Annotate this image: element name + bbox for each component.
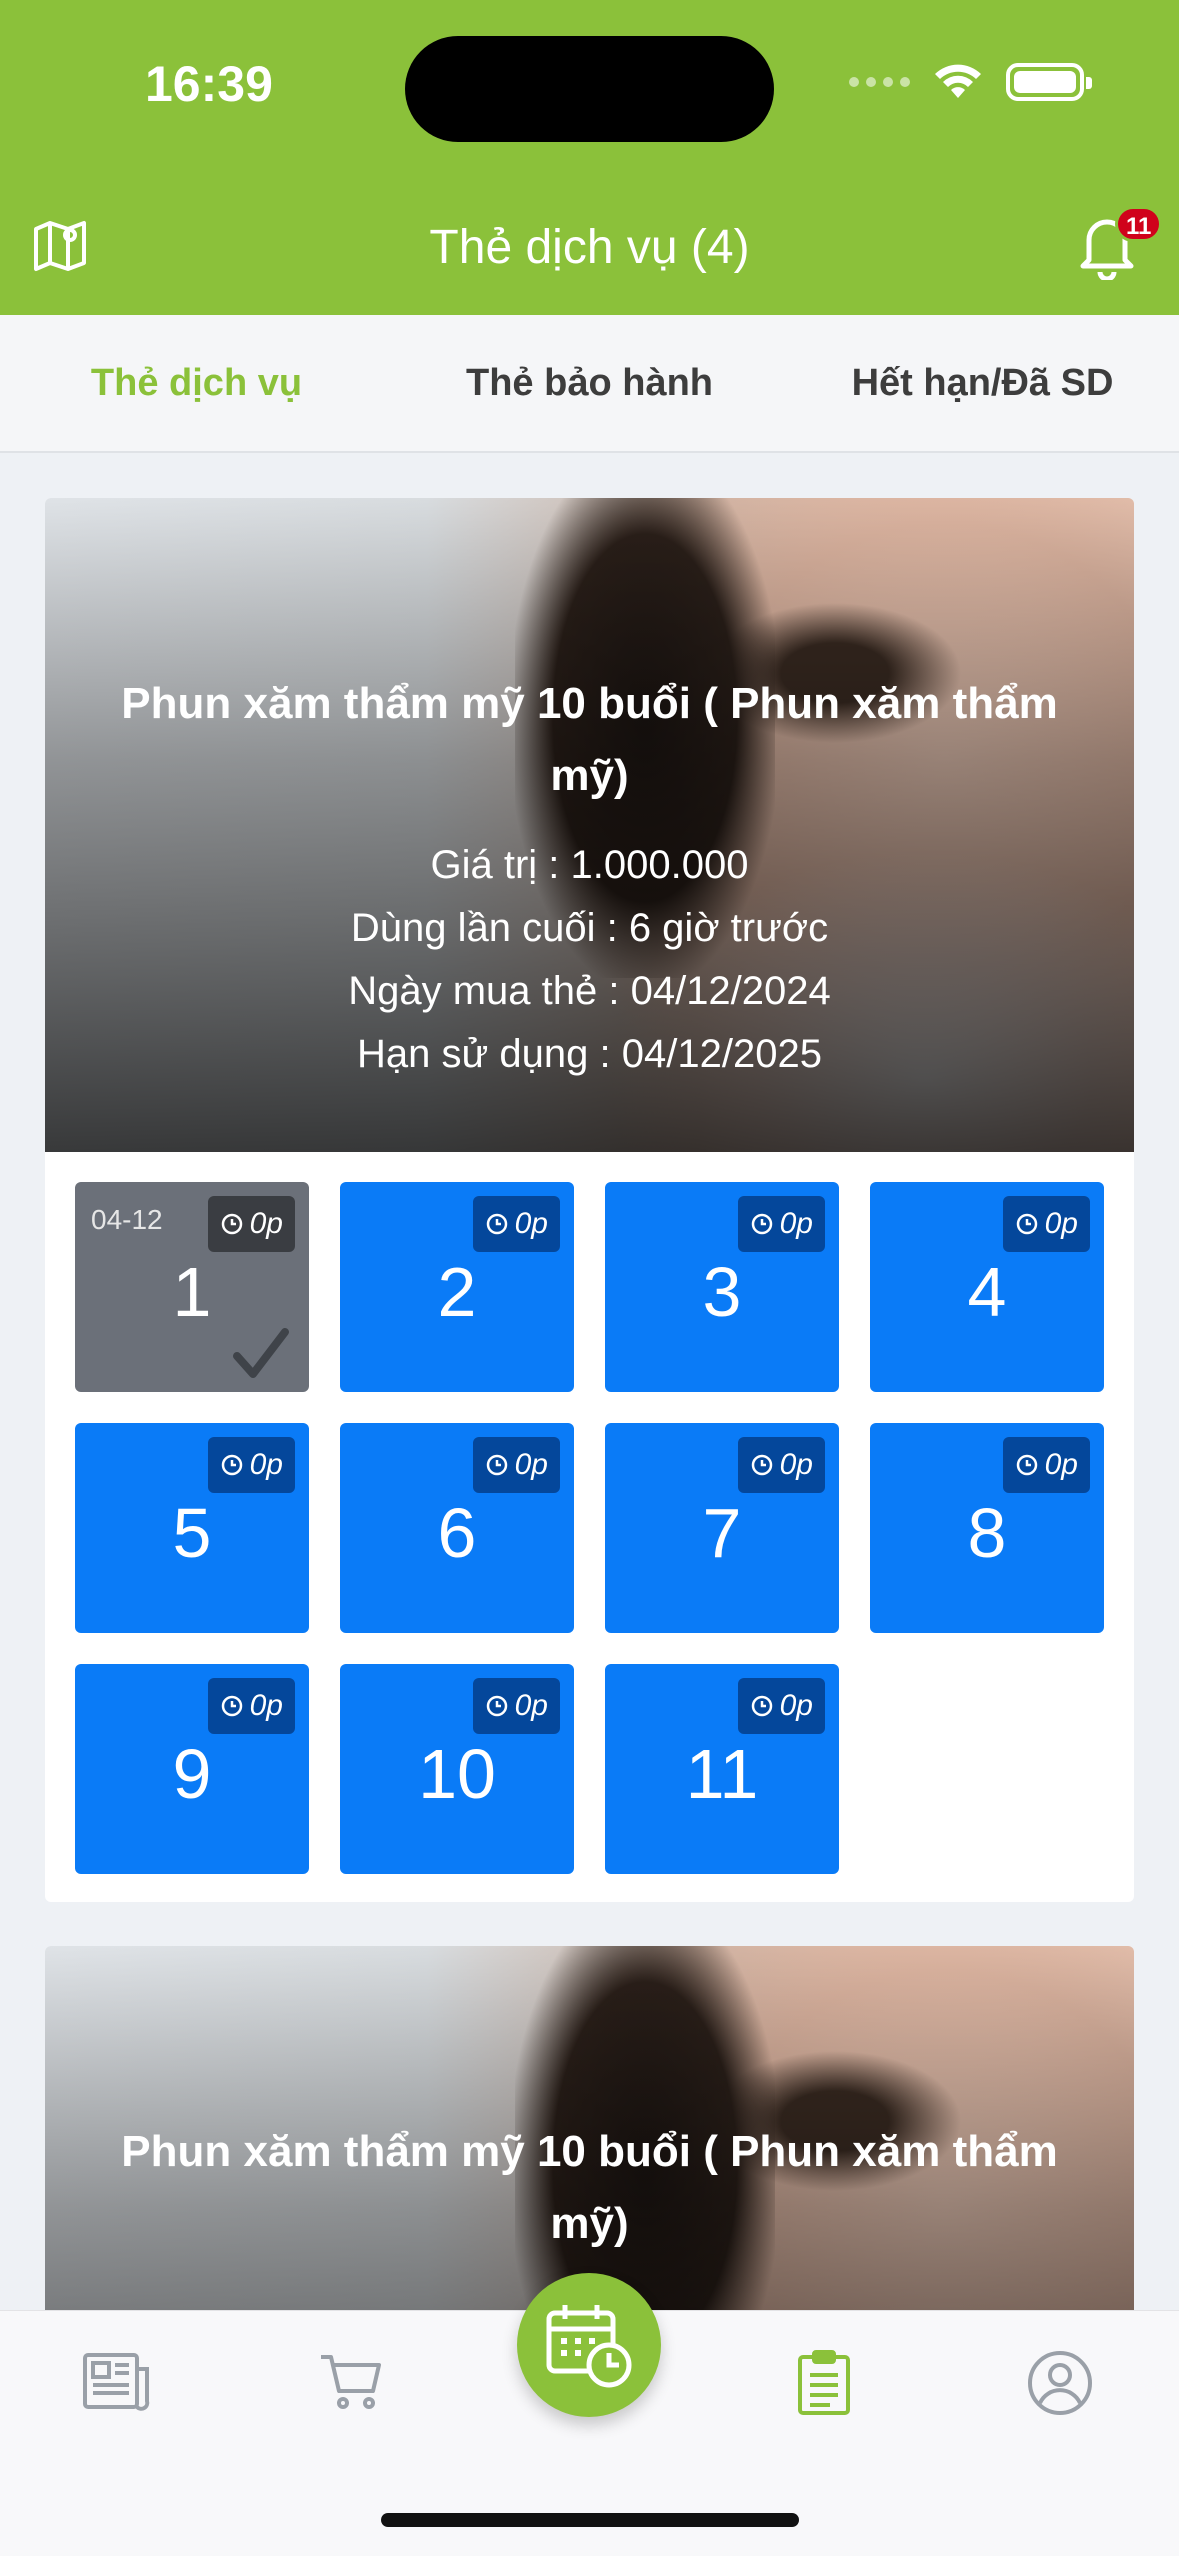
session-duration: 0p [737, 1437, 825, 1493]
session-tile[interactable]: 0p 4 [870, 1182, 1104, 1392]
session-duration: 0p [737, 1196, 825, 1252]
session-number: 7 [702, 1494, 742, 1572]
session-number: 10 [418, 1735, 496, 1813]
session-number: 2 [437, 1253, 477, 1331]
session-duration: 0p [207, 1196, 295, 1252]
clock-icon [486, 1695, 507, 1717]
notification-button[interactable]: 11 [1075, 206, 1163, 285]
clock-icon [221, 1454, 242, 1476]
session-number: 6 [437, 1494, 477, 1572]
card-purchase-date: Ngày mua thẻ : 04/12/2024 [348, 969, 831, 1013]
clock-icon [751, 1695, 772, 1717]
service-card: Phun xăm thẩm mỹ 10 buổi ( Phun xăm thẩm… [45, 1946, 1134, 2556]
dynamic-island [405, 36, 774, 142]
service-card-banner[interactable]: Phun xăm thẩm mỹ 10 buổi ( Phun xăm thẩm… [45, 1946, 1134, 2556]
tab-expired-used[interactable]: Hết hạn/Đã SD [786, 315, 1179, 451]
session-number: 1 [172, 1253, 212, 1331]
session-tile[interactable]: 0p 10 [340, 1664, 574, 1874]
session-duration: 0p [472, 1437, 560, 1493]
session-tile[interactable]: 0p 7 [605, 1423, 839, 1633]
page-title: Thẻ dịch vụ (4) [429, 221, 750, 274]
session-number: 8 [967, 1494, 1007, 1572]
session-grid: 04-12 0p 1 0p 2 0p 3 0p 4 0p 5 0p 6 0p 7… [75, 1182, 1105, 1874]
service-card-title: Phun xăm thẩm mỹ 10 buổi ( Phun xăm thẩm… [121, 2127, 1058, 2248]
session-duration: 0p [472, 1196, 560, 1252]
notification-badge: 11 [1115, 206, 1163, 242]
session-number: 3 [702, 1253, 742, 1331]
service-card: Phun xăm thẩm mỹ 10 buổi ( Phun xăm thẩm… [45, 498, 1134, 1902]
service-card-title: Phun xăm thẩm mỹ 10 buổi ( Phun xăm thẩm… [121, 679, 1058, 800]
wifi-icon [935, 64, 981, 98]
service-card-banner[interactable]: Phun xăm thẩm mỹ 10 buổi ( Phun xăm thẩm… [45, 498, 1134, 1152]
card-expiry-date: Hạn sử dụng : 04/12/2025 [357, 1032, 822, 1076]
clock-icon [221, 1695, 242, 1717]
session-tile[interactable]: 0p 11 [605, 1664, 839, 1874]
session-number: 11 [685, 1735, 759, 1813]
session-tile[interactable]: 04-12 0p 1 [75, 1182, 309, 1392]
clock-icon [751, 1454, 772, 1476]
card-value: Giá trị : 1.000.000 [430, 843, 749, 887]
session-number: 4 [967, 1253, 1007, 1331]
session-duration: 0p [737, 1678, 825, 1734]
session-duration: 0p [1002, 1196, 1090, 1252]
clock-icon [1016, 1213, 1037, 1235]
session-number: 5 [172, 1494, 212, 1572]
session-duration: 0p [207, 1437, 295, 1493]
status-time: 16:39 [145, 56, 273, 112]
tab-warranty-card[interactable]: Thẻ bảo hành [393, 315, 786, 451]
session-tile[interactable]: 0p 6 [340, 1423, 574, 1633]
card-last-used: Dùng lần cuối : 6 giờ trước [350, 906, 829, 950]
session-duration: 0p [472, 1678, 560, 1734]
battery-icon [1006, 63, 1092, 101]
clock-icon [221, 1213, 242, 1235]
session-duration: 0p [207, 1678, 295, 1734]
session-tile[interactable]: 0p 3 [605, 1182, 839, 1392]
session-tile[interactable]: 0p 8 [870, 1423, 1104, 1633]
cellular-signal-icon [849, 77, 910, 87]
session-duration: 0p [1002, 1437, 1090, 1493]
session-date: 04-12 [91, 1204, 163, 1235]
clock-icon [486, 1213, 507, 1235]
clock-icon [486, 1454, 507, 1476]
app-header: 16:39 Thẻ dịch vụ (4) 11 [0, 0, 1179, 315]
session-tile[interactable]: 0p 2 [340, 1182, 574, 1392]
clock-icon [751, 1213, 772, 1235]
tab-service-card[interactable]: Thẻ dịch vụ [0, 315, 393, 451]
session-number: 9 [172, 1735, 212, 1813]
status-icons [849, 62, 1092, 102]
checkmark-icon [233, 1328, 289, 1378]
session-tile[interactable]: 0p 9 [75, 1664, 309, 1874]
tab-bar: Thẻ dịch vụ Thẻ bảo hành Hết hạn/Đã SD [0, 315, 1179, 453]
session-tile[interactable]: 0p 5 [75, 1423, 309, 1633]
clock-icon [1016, 1454, 1037, 1476]
